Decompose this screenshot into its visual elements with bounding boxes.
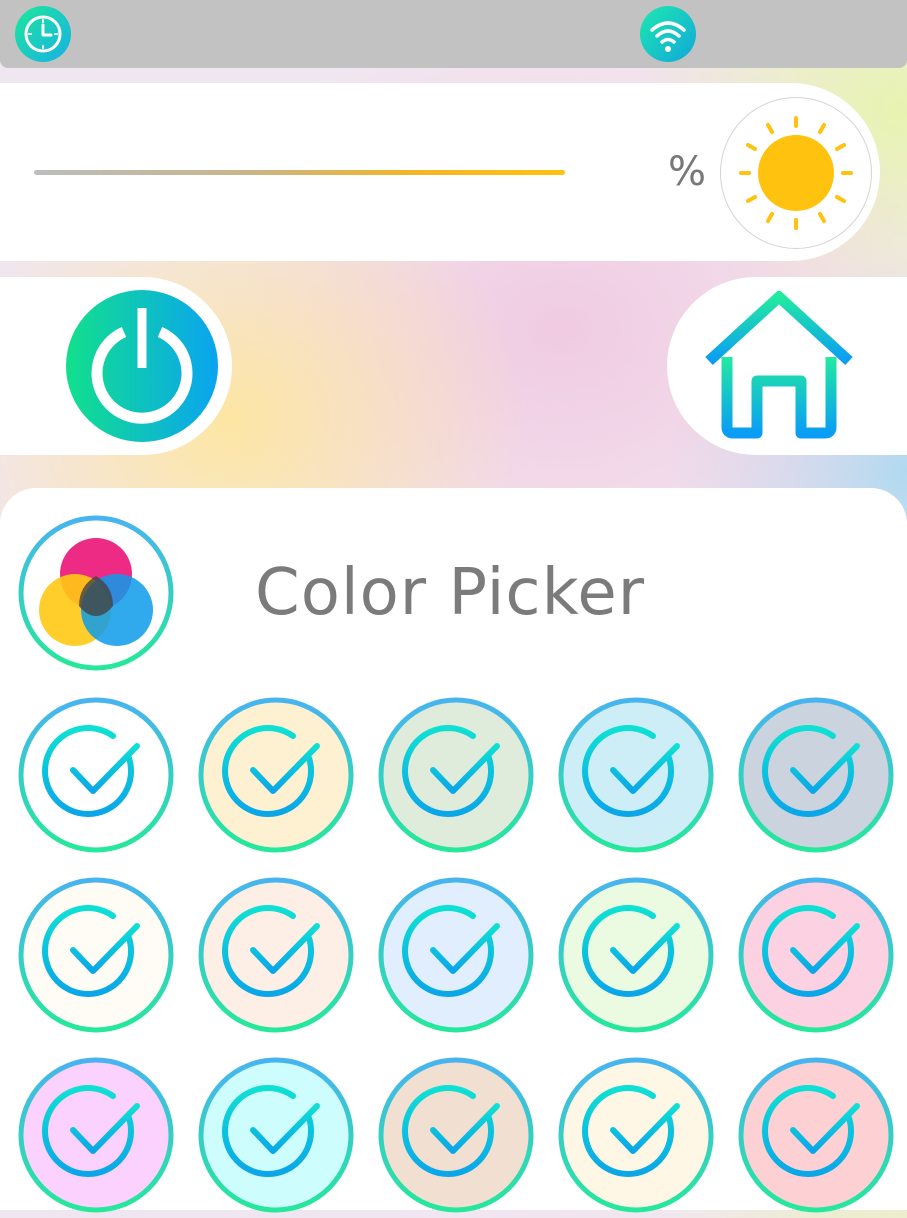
check-circle-icon [738,697,894,853]
color-swatch[interactable] [737,876,895,1034]
power-icon [91,308,193,424]
check-circle-icon [18,1057,174,1213]
check-circle-icon [378,877,534,1033]
check-circle-icon [558,697,714,853]
color-wheel-icon [18,515,174,671]
brightness-button[interactable] [720,97,872,249]
color-swatch[interactable] [377,876,535,1034]
home-card [667,277,907,455]
color-swatch[interactable] [377,1056,535,1214]
color-swatch[interactable] [17,696,175,854]
clock-button[interactable] [15,6,71,62]
check-circle-icon [378,697,534,853]
color-swatch[interactable] [17,876,175,1034]
check-circle-icon [738,1057,894,1213]
color-swatch[interactable] [557,696,715,854]
color-swatch[interactable] [737,1056,895,1214]
check-circle-icon [738,877,894,1033]
color-swatch[interactable] [197,876,355,1034]
wifi-button[interactable] [640,6,696,62]
color-swatch[interactable] [557,1056,715,1214]
color-swatch[interactable] [557,876,715,1034]
color-swatch[interactable] [377,696,535,854]
check-circle-icon [18,697,174,853]
check-circle-icon [378,1057,534,1213]
status-bar [0,0,907,68]
color-picker-title: Color Picker [255,556,646,630]
color-picker-button[interactable] [17,514,175,672]
check-circle-icon [198,697,354,853]
power-button[interactable] [66,290,218,442]
sun-icon [739,116,853,230]
check-circle-icon [558,1057,714,1213]
color-swatch[interactable] [737,696,895,854]
color-swatch[interactable] [197,1056,355,1214]
wifi-icon [650,21,686,52]
clock-icon [24,15,62,53]
brightness-unit-label: % [668,149,707,195]
brightness-slider[interactable] [34,170,565,175]
color-swatch[interactable] [17,1056,175,1214]
check-circle-icon [558,877,714,1033]
check-circle-icon [198,877,354,1033]
check-circle-icon [18,877,174,1033]
color-swatch[interactable] [197,696,355,854]
home-icon[interactable] [701,291,857,441]
check-circle-icon [198,1057,354,1213]
